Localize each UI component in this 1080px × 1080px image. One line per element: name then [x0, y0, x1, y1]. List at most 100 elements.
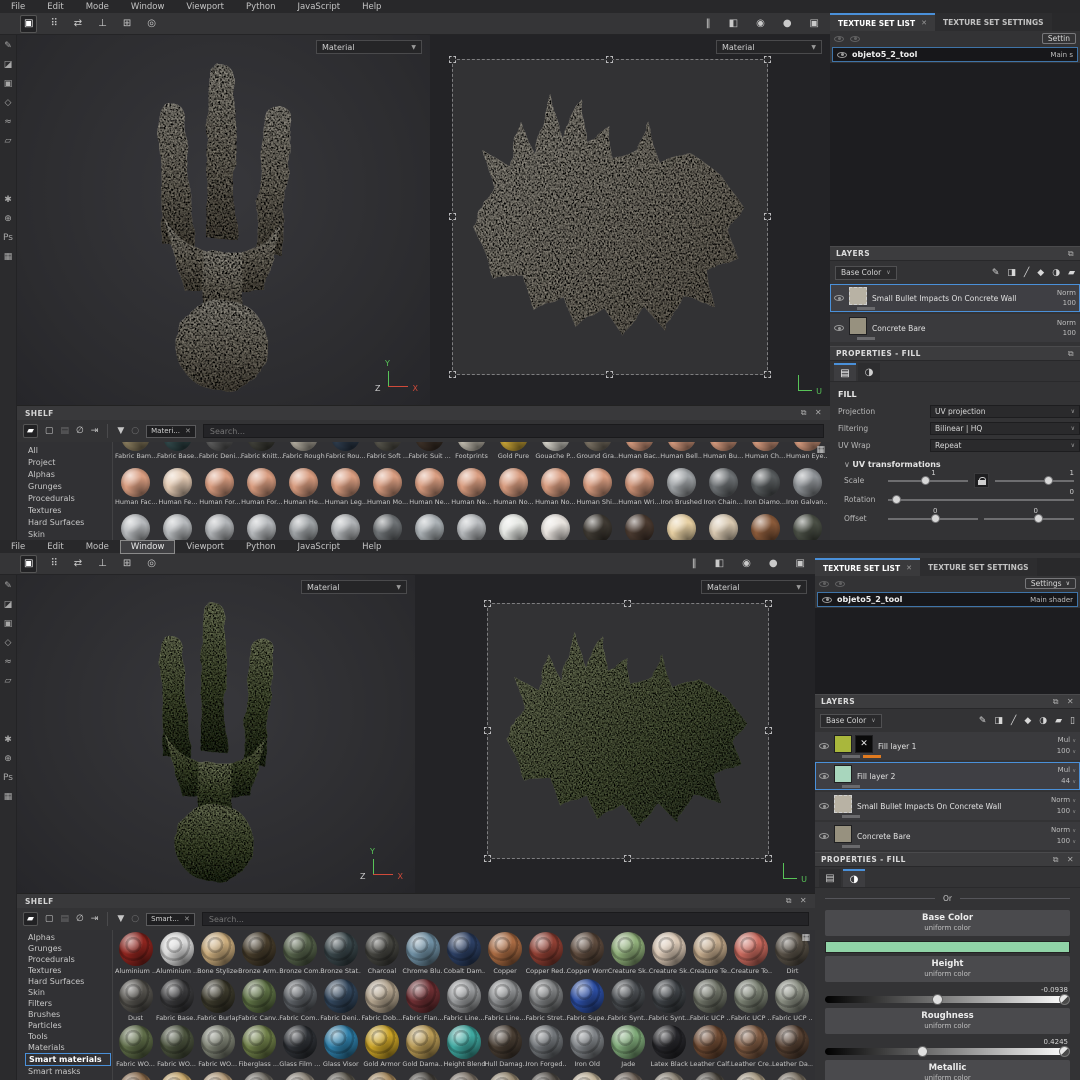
shelf-material[interactable] [238, 1070, 279, 1080]
shelf-material[interactable]: Fabric UCP ... [772, 977, 813, 1024]
shelf-material[interactable] [618, 512, 660, 540]
shelf-material[interactable]: Gouache P... [534, 442, 576, 466]
close-icon[interactable]: ✕ [185, 427, 191, 435]
shelf-material[interactable]: Leather Calf... [690, 1023, 731, 1070]
shelf-material[interactable]: Hull Damag... [485, 1023, 526, 1070]
camera-mode-icon[interactable]: ● [780, 16, 795, 32]
folder-icon[interactable]: ▰ [23, 912, 38, 926]
shelf-material[interactable] [157, 512, 199, 540]
effects-wand-icon[interactable]: ✎ [992, 268, 1000, 278]
grid-size-icon[interactable]: ▦ [801, 933, 810, 943]
shelf-category[interactable]: Alphas [25, 468, 111, 480]
shelf-category[interactable]: Project [25, 456, 111, 468]
shelf-material[interactable]: Fabric WO... [197, 1023, 238, 1070]
stamp-icon[interactable]: ◨ [1007, 268, 1016, 278]
shelf-material[interactable]: Gold Pure [492, 442, 534, 466]
shelf-material[interactable]: Human Leg... [325, 466, 367, 512]
import-resources-icon[interactable]: ⇥ [91, 914, 99, 924]
transform-tool-icon[interactable]: ▣ [20, 15, 37, 33]
effects-wand-icon[interactable]: ✎ [979, 716, 987, 726]
symmetry-x-icon[interactable]: ⇄ [71, 16, 85, 32]
transform-handle[interactable] [624, 600, 631, 607]
filter-funnel-icon[interactable]: ▼ [117, 914, 124, 924]
close-icon[interactable]: ✕ [184, 915, 190, 923]
shelf-material[interactable]: Aluminium ... [115, 930, 156, 977]
layer-mask-thumbnail[interactable]: ✕ [855, 735, 873, 753]
layer-visibility-eye-icon[interactable] [819, 803, 829, 809]
close-icon[interactable]: ✕ [1067, 697, 1074, 707]
shelf-material[interactable]: Fabric UCP ... [690, 977, 731, 1024]
shelf-material[interactable] [576, 512, 618, 540]
shelf-material[interactable]: Jade [608, 1023, 649, 1070]
transform-tool-icon[interactable]: ▣ [20, 555, 37, 573]
export-icon[interactable]: ⊕ [4, 214, 12, 224]
clone-tool-icon[interactable]: ▱ [5, 676, 12, 686]
hide-eye-icon[interactable]: ∅ [76, 426, 84, 436]
shelf-category[interactable]: Particles [25, 1020, 111, 1031]
shelf-material[interactable] [731, 1070, 772, 1080]
shelf-material[interactable] [156, 1070, 197, 1080]
channel-button[interactable]: Metallic uniform color [825, 1060, 1070, 1080]
menu-item[interactable]: File [0, 540, 36, 554]
shelf-material[interactable] [608, 1070, 649, 1080]
transform-handle[interactable] [484, 727, 491, 734]
shelf-material[interactable]: Bronze Com... [279, 930, 320, 977]
add-frame-icon[interactable]: ⊞ [120, 16, 134, 32]
menu-item[interactable]: Window [120, 540, 176, 554]
shelf-material[interactable]: Human Ne... [409, 466, 451, 512]
uv-transformations-section[interactable]: UV transformations [830, 454, 1080, 471]
shelf-material[interactable]: Human Fac... [115, 466, 157, 512]
transform-handle[interactable] [606, 371, 613, 378]
shelf-material[interactable]: Chrome Blu... [402, 930, 443, 977]
shelf-material[interactable] [199, 512, 241, 540]
properties-tab-icon[interactable]: ▤ [834, 363, 856, 381]
layer-visibility-eye-icon[interactable] [819, 833, 829, 839]
shelf-category[interactable]: Grunges [25, 943, 111, 954]
hide-eye-icon[interactable]: ∅ [76, 914, 84, 924]
shelf-material[interactable]: Gold Armor [361, 1023, 402, 1070]
close-icon[interactable]: ✕ [800, 896, 807, 906]
shelf-material[interactable]: Human Wri... [618, 466, 660, 512]
shelf-material[interactable] [320, 1070, 361, 1080]
uv-selection-box[interactable] [487, 603, 769, 859]
grayscale-toggle-icon[interactable] [1059, 994, 1070, 1005]
layer-visibility-eye-icon[interactable] [819, 743, 829, 749]
menu-item[interactable]: Viewport [175, 540, 235, 554]
transform-handle[interactable] [606, 56, 613, 63]
channel-button[interactable]: Height uniform color [825, 956, 1070, 982]
material-sphere-tab-icon[interactable]: ◑ [843, 869, 865, 887]
paste-icon[interactable]: ▤ [60, 426, 69, 436]
live-filter-icon[interactable]: ○ [131, 914, 139, 924]
shelf-material[interactable]: Fabric WO... [156, 1023, 197, 1070]
shelf-material[interactable] [325, 512, 367, 540]
add-frame-icon[interactable]: ⊞ [120, 556, 134, 572]
shelf-material[interactable]: Iron Old [567, 1023, 608, 1070]
layer-thumbnail[interactable] [834, 795, 852, 813]
menu-item[interactable]: Python [235, 540, 286, 554]
paint-brush-tool-icon[interactable]: ✎ [4, 41, 12, 51]
folder-icon[interactable]: ▰ [1055, 716, 1062, 726]
shelf-material[interactable]: Fabric WO... [115, 1023, 156, 1070]
projection-tool-icon[interactable]: ▣ [4, 619, 13, 629]
shelf-material[interactable]: Human Bac... [618, 442, 660, 466]
search-input[interactable] [203, 424, 824, 438]
visibility-eye-icon[interactable] [822, 597, 832, 603]
scale-link-lock-icon[interactable] [974, 473, 989, 488]
menu-item[interactable]: Edit [36, 0, 74, 14]
fill-bucket-icon[interactable]: ◆ [1037, 268, 1044, 278]
shelf-material[interactable]: Copper Worn [567, 930, 608, 977]
shelf-material[interactable]: Human Fe... [157, 466, 199, 512]
shelf-material[interactable]: Fabric Dob... [361, 977, 402, 1024]
shelf-material[interactable] [492, 512, 534, 540]
shelf-material[interactable] [409, 512, 451, 540]
menu-item[interactable]: Window [120, 0, 176, 14]
shelf-material[interactable] [526, 1070, 567, 1080]
shelf-material[interactable]: Fabric Synt... [649, 977, 690, 1024]
close-icon[interactable]: ✕ [906, 564, 912, 572]
display-mode-icon[interactable]: ◧ [712, 556, 727, 572]
layer-thumbnail[interactable] [849, 317, 867, 335]
shelf-material[interactable] [241, 512, 283, 540]
shelf-material[interactable]: Charcoal [361, 930, 402, 977]
channel-dropdown[interactable]: Base Color∨ [835, 266, 897, 280]
shelf-category[interactable]: Skin [25, 528, 111, 540]
